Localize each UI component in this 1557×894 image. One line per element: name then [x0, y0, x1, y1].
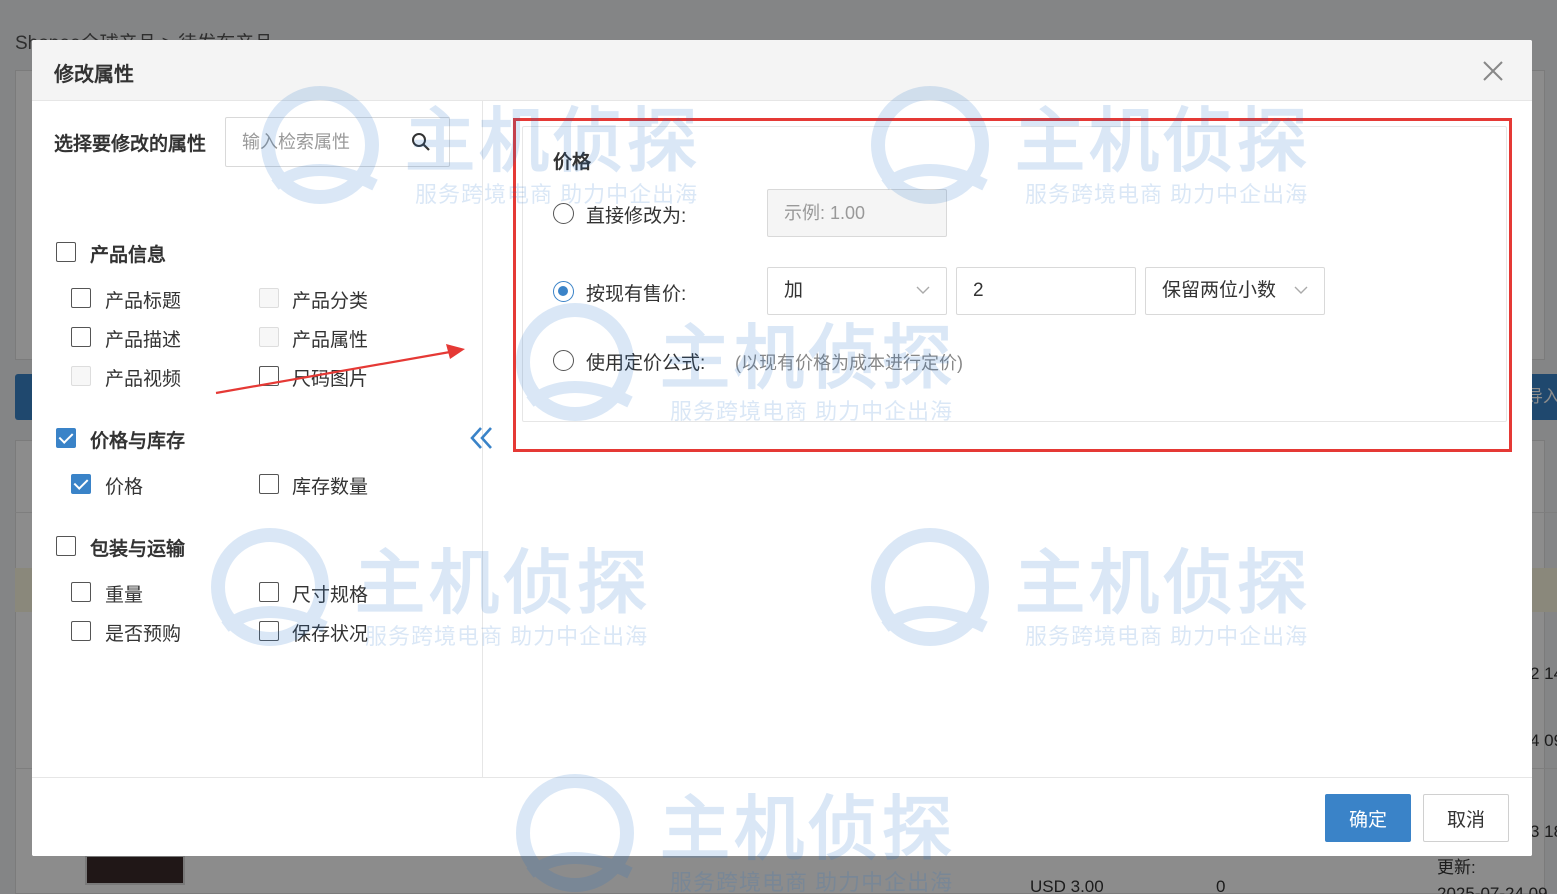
- label-product-attributes: 产品属性: [292, 330, 369, 351]
- attribute-edit-pane: 价格 直接修改为: 示例: 1.00 按现有售价: 加 2 保留两位小数 使用定…: [484, 101, 1532, 777]
- checkbox-product-attributes: [259, 327, 279, 347]
- radio-direct-modify[interactable]: [553, 203, 574, 224]
- attribute-selector-pane: 选择要修改的属性 产品信息 产品标题 产品分类 产品描述 产品属性 产品视频 尺…: [32, 101, 483, 777]
- label-stock-quantity: 库存数量: [292, 477, 369, 498]
- label-direct-modify: 直接修改为:: [586, 206, 687, 227]
- operator-select[interactable]: 加: [767, 267, 947, 315]
- checkbox-product-title[interactable]: [71, 288, 91, 308]
- label-current-price: 按现有售价:: [586, 284, 687, 305]
- confirm-button[interactable]: 确定: [1325, 794, 1411, 842]
- label-product-category: 产品分类: [292, 291, 369, 312]
- label-pre-order: 是否预购: [105, 624, 182, 645]
- chevron-down-icon: [1294, 286, 1308, 294]
- pricing-formula-hint: (以现有价格为成本进行定价): [735, 353, 963, 373]
- dialog-header: 修改属性: [32, 40, 1532, 101]
- checkbox-pre-order[interactable]: [71, 621, 91, 641]
- group-checkbox-shipping[interactable]: [56, 536, 76, 556]
- label-price: 价格: [105, 477, 144, 498]
- operator-select-value: 加: [784, 280, 804, 301]
- dialog-footer: 确定 取消: [32, 777, 1532, 856]
- checkbox-dimensions[interactable]: [259, 582, 279, 602]
- group-checkbox-product-info[interactable]: [56, 242, 76, 262]
- group-label-shipping: 包装与运输: [90, 539, 186, 560]
- price-edit-card: 价格 直接修改为: 示例: 1.00 按现有售价: 加 2 保留两位小数 使用定…: [522, 126, 1507, 422]
- select-attributes-label: 选择要修改的属性: [54, 134, 207, 155]
- label-condition: 保存状况: [292, 624, 369, 645]
- price-section-title: 价格: [553, 152, 592, 173]
- checkbox-condition[interactable]: [259, 621, 279, 641]
- checkbox-product-description[interactable]: [71, 327, 91, 347]
- checkbox-price[interactable]: [71, 474, 91, 494]
- radio-current-price[interactable]: [553, 281, 574, 302]
- cancel-button[interactable]: 取消: [1423, 794, 1509, 842]
- label-pricing-formula: 使用定价公式:: [586, 353, 706, 374]
- label-dimensions: 尺寸规格: [292, 585, 369, 606]
- close-icon[interactable]: [1480, 58, 1506, 84]
- checkbox-product-category: [259, 288, 279, 308]
- chevron-down-icon: [916, 286, 930, 294]
- label-product-description: 产品描述: [105, 330, 182, 351]
- rounding-select-value: 保留两位小数: [1162, 280, 1277, 301]
- attribute-search-box: [225, 117, 450, 167]
- checkbox-weight[interactable]: [71, 582, 91, 602]
- checkbox-stock-quantity[interactable]: [259, 474, 279, 494]
- direct-price-input[interactable]: 示例: 1.00: [767, 189, 947, 237]
- group-label-price-stock: 价格与库存: [90, 431, 186, 452]
- dialog-title: 修改属性: [54, 64, 134, 86]
- checkbox-product-video: [71, 366, 91, 386]
- label-size-chart: 尺码图片: [292, 369, 369, 390]
- checkbox-size-chart[interactable]: [259, 366, 279, 386]
- label-product-title: 产品标题: [105, 291, 182, 312]
- group-label-product-info: 产品信息: [90, 245, 167, 266]
- search-icon[interactable]: [411, 132, 431, 152]
- attribute-search-input[interactable]: [226, 118, 406, 166]
- rounding-select[interactable]: 保留两位小数: [1145, 267, 1325, 315]
- amount-input[interactable]: 2: [956, 267, 1136, 315]
- modify-attributes-dialog: 修改属性 选择要修改的属性 产品信息 产品标题 产品分类 产品描述 产品属性 产…: [32, 40, 1532, 856]
- label-weight: 重量: [105, 585, 144, 606]
- radio-pricing-formula[interactable]: [553, 350, 574, 371]
- label-product-video: 产品视频: [105, 369, 182, 390]
- group-checkbox-price-stock[interactable]: [56, 428, 76, 448]
